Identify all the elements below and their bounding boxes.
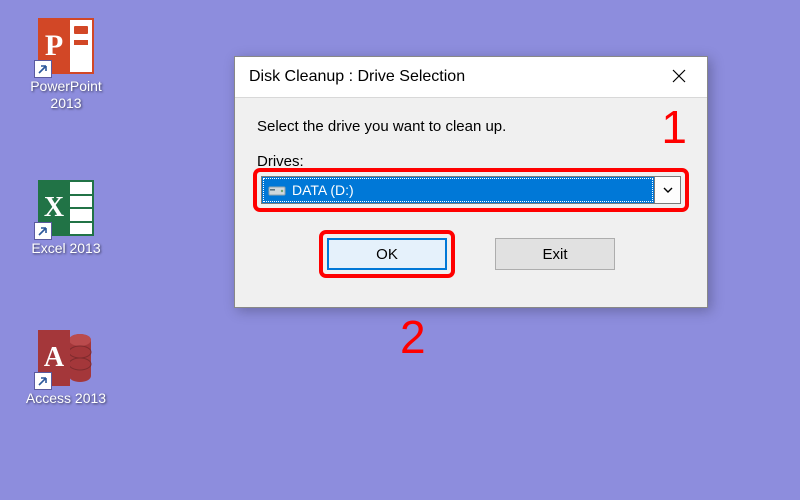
desktop-icon-excel[interactable]: X Excel 2013 (16, 180, 116, 257)
desktop-icon-powerpoint[interactable]: P PowerPoint 2013 (16, 18, 116, 112)
close-icon (672, 67, 686, 88)
drive-select[interactable]: DATA (D:) (261, 176, 681, 204)
titlebar[interactable]: Disk Cleanup : Drive Selection (235, 57, 707, 97)
disk-cleanup-dialog: Disk Cleanup : Drive Selection Select th… (234, 56, 708, 308)
annotation-number-2: 2 (400, 310, 426, 364)
shortcut-arrow-icon (34, 372, 52, 390)
drive-select-value: DATA (D:) (262, 177, 654, 203)
shortcut-arrow-icon (34, 60, 52, 78)
desktop-icon-label: PowerPoint 2013 (16, 78, 116, 112)
ok-button[interactable]: OK (327, 238, 447, 270)
powerpoint-icon: P (38, 18, 94, 74)
exit-button[interactable]: Exit (495, 238, 615, 270)
drive-select-text: DATA (D:) (292, 182, 354, 198)
shortcut-arrow-icon (34, 222, 52, 240)
dialog-title: Disk Cleanup : Drive Selection (249, 68, 651, 86)
instruction-text: Select the drive you want to clean up. (257, 118, 685, 135)
excel-icon: X (38, 180, 94, 236)
chevron-down-icon[interactable] (654, 177, 680, 203)
desktop-icon-label: Access 2013 (16, 390, 116, 407)
drives-label: Drives: (257, 153, 685, 170)
desktop-icon-label: Excel 2013 (16, 240, 116, 257)
dialog-body: Select the drive you want to clean up. D… (235, 97, 707, 307)
drive-icon (268, 183, 286, 197)
dialog-buttons: OK Exit (257, 234, 685, 274)
close-button[interactable] (651, 57, 707, 97)
access-icon: A (38, 330, 94, 386)
desktop-icon-access[interactable]: A Access 2013 (16, 330, 116, 407)
